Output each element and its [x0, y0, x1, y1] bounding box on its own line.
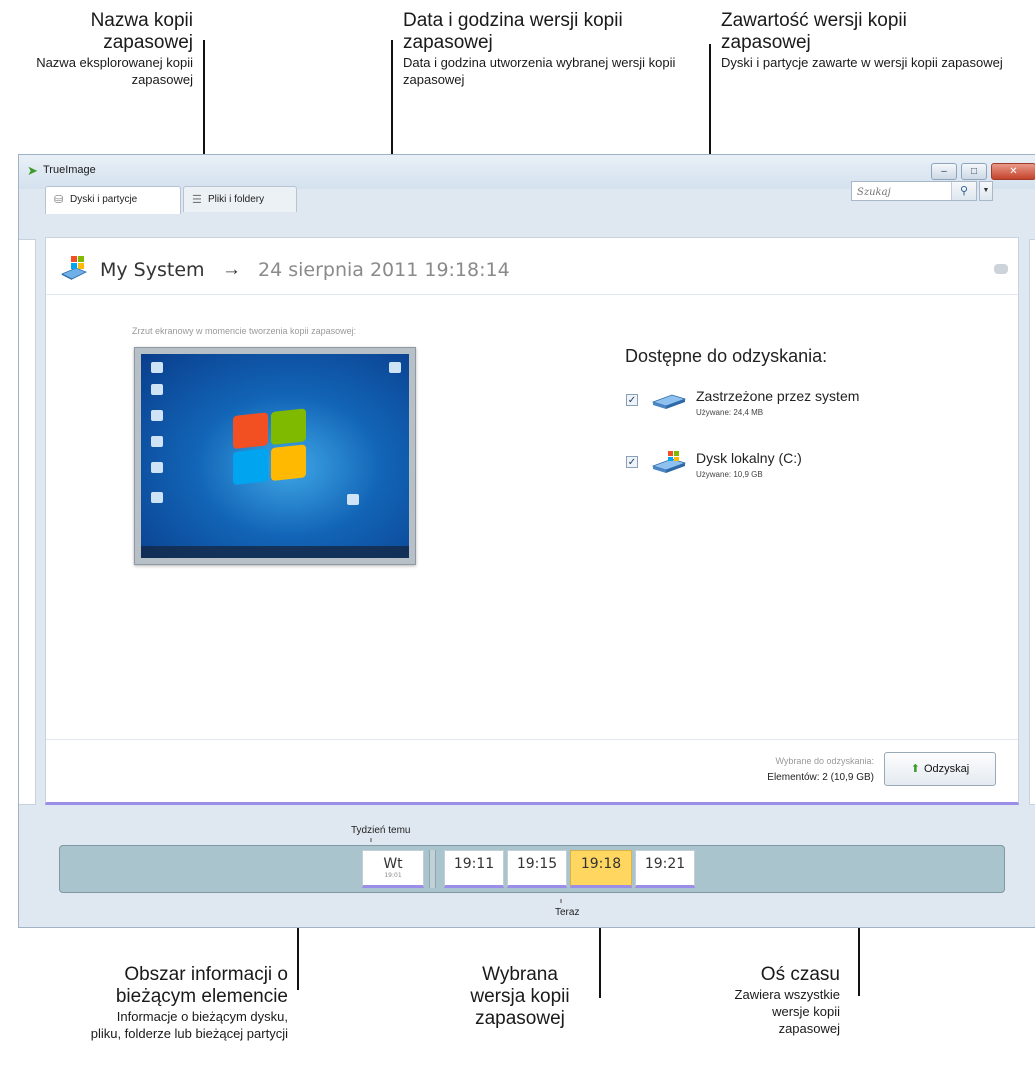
windows-computer-icon — [61, 256, 87, 280]
timeline-day-label: Wt — [383, 856, 403, 872]
timeline-version-label: 19:11 — [453, 856, 495, 872]
tab-files-folders-label: Pliki i foldery — [208, 194, 265, 205]
timeline-day-block[interactable]: Wt 19:01 — [362, 850, 424, 888]
desktop-icon — [151, 384, 163, 395]
chevron-down-icon: ▼ — [982, 187, 990, 194]
timeline-version-label: 19:18 — [580, 856, 622, 872]
partition-used: Używane: 24,4 MB — [696, 408, 764, 417]
partition-used: Używane: 10,9 GB — [696, 470, 763, 479]
annotation-backup-name-title: Nazwa kopii zapasowej — [90, 10, 193, 53]
timeline-version[interactable]: 19:21 — [635, 850, 695, 888]
annotation-version-datetime-title: Data i godzina wersji kopii zapasowej — [403, 10, 623, 53]
desktop-icon — [151, 462, 163, 473]
disk-icon: ⛁ — [54, 194, 64, 206]
recycle-bin-icon — [389, 362, 401, 373]
recover-icon: ⬆ — [910, 763, 920, 775]
desktop-icon — [151, 410, 163, 421]
annotation-info-area: Obszar informacji o bieżącym elemencie I… — [40, 964, 288, 1042]
maximize-button[interactable]: □ — [961, 163, 987, 180]
timeline: Wt 19:01 19:11 19:15 19:18 19:21 — [59, 845, 1005, 893]
app-window: ➤ TrueImage – □ ✕ ⛁ Dyski i partycje ☰ P… — [18, 154, 1035, 928]
tab-disks-partitions[interactable]: ⛁ Dyski i partycje — [45, 186, 181, 214]
app-logo-icon: ➤ — [27, 163, 38, 178]
timeline-tick — [560, 899, 562, 903]
hard-drive-icon — [652, 394, 686, 409]
disks-partitions-panel: My System → 24 sierpnia 2011 19:18:14 Zr… — [45, 237, 1019, 805]
version-datetime: 24 sierpnia 2011 19:18:14 — [258, 259, 510, 281]
search-input[interactable] — [855, 183, 949, 202]
selected-for-recovery-value: Elementów: 2 (10,9 GB) — [767, 772, 874, 783]
recover-button[interactable]: ⬆ Odzyskaj — [884, 752, 996, 786]
annotation-version-contents-desc: Dyski i partycje zawarte w wersji kopii … — [721, 55, 1003, 70]
desktop-icon — [151, 362, 163, 373]
annotation-info-area-desc: Informacje o bieżącym dysku, pliku, fold… — [90, 1009, 288, 1041]
annotation-backup-name: Nazwa kopii zapasowej Nazwa eksplorowane… — [0, 10, 193, 88]
partition-item: ✓ Zastrzeżone przez system Używane: 24,4… — [626, 388, 926, 424]
left-pane-edge — [19, 239, 36, 805]
desktop-icon — [151, 436, 163, 447]
info-area: Wybrane do odzyskania: Elementów: 2 (10,… — [46, 739, 1018, 802]
annotation-version-contents: Zawartość wersji kopii zapasowej Dyski i… — [721, 10, 1011, 71]
comment-icon[interactable] — [994, 264, 1008, 274]
timeline-divider — [429, 850, 436, 888]
search-button[interactable]: ⚲ — [951, 182, 976, 200]
timeline-day-time: 19:01 — [384, 872, 402, 879]
header-arrow: → — [222, 259, 241, 280]
tab-files-folders[interactable]: ☰ Pliki i foldery — [183, 186, 297, 212]
timeline-version[interactable]: 19:11 — [444, 850, 504, 888]
screenshot-desktop — [141, 354, 409, 558]
annotation-version-datetime: Data i godzina wersji kopii zapasowej Da… — [403, 10, 693, 88]
timeline-week-ago-label: Tydzień temu — [351, 825, 411, 836]
right-pane-edge — [1029, 239, 1035, 805]
annotation-backup-name-desc: Nazwa eksplorowanej kopii zapasowej — [36, 55, 193, 87]
desktop-icon — [347, 494, 359, 505]
windows-logo-icon — [233, 408, 309, 486]
minimize-button[interactable]: – — [931, 163, 957, 180]
panel-header: My System → 24 sierpnia 2011 19:18:14 — [46, 238, 1018, 295]
partition-checkbox[interactable]: ✓ — [626, 394, 638, 406]
timeline-tick — [370, 838, 372, 842]
annotation-selected-version-title: Wybrana wersja kopii zapasowej — [470, 964, 570, 1029]
recover-button-label: Odzyskaj — [923, 763, 970, 775]
screenshot-taskbar — [141, 546, 409, 558]
backup-screenshot — [134, 347, 416, 565]
tab-disks-partitions-label: Dyski i partycje — [70, 194, 138, 205]
search-box: ⚲ — [851, 181, 977, 202]
backup-name: My System — [100, 259, 205, 281]
partition-checkbox[interactable]: ✓ — [626, 456, 638, 468]
annotation-timeline-title: Oś czasu — [760, 964, 840, 985]
windows-drive-icon — [652, 451, 686, 473]
partition-item: ✓ Dysk lokalny (C:) Używane: 10,9 GB — [626, 450, 926, 486]
desktop-icon — [151, 492, 163, 503]
search-options-dropdown[interactable]: ▼ — [979, 181, 993, 201]
timeline-version[interactable]: 19:15 — [507, 850, 567, 888]
timeline-version-label: 19:15 — [516, 856, 558, 872]
timeline-version-label: 19:21 — [644, 856, 686, 872]
partition-name: Dysk lokalny (C:) — [696, 450, 802, 466]
annotation-timeline-desc: Zawiera wszystkie wersje kopii zapasowej — [734, 987, 840, 1036]
annotation-version-contents-title: Zawartość wersji kopii zapasowej — [721, 10, 907, 53]
window-title: TrueImage — [43, 164, 96, 176]
timeline-version-selected[interactable]: 19:18 — [570, 850, 632, 888]
close-button[interactable]: ✕ — [991, 163, 1035, 180]
annotation-selected-version: Wybrana wersja kopii zapasowej — [458, 964, 582, 1030]
partition-name: Zastrzeżone przez system — [696, 388, 860, 404]
annotation-info-area-title: Obszar informacji o bieżącym elemencie — [115, 964, 288, 1007]
annotation-timeline: Oś czasu Zawiera wszystkie wersje kopii … — [688, 964, 840, 1037]
selected-for-recovery-label: Wybrane do odzyskania: — [775, 756, 874, 766]
screenshot-caption: Zrzut ekranowy w momencie tworzenia kopi… — [132, 326, 357, 336]
timeline-now-label: Teraz — [555, 907, 580, 918]
folder-list-icon: ☰ — [192, 194, 202, 206]
magnifier-icon: ⚲ — [959, 185, 969, 197]
available-title: Dostępne do odzyskania: — [625, 346, 828, 366]
annotation-version-datetime-desc: Data i godzina utworzenia wybranej wersj… — [403, 55, 676, 87]
